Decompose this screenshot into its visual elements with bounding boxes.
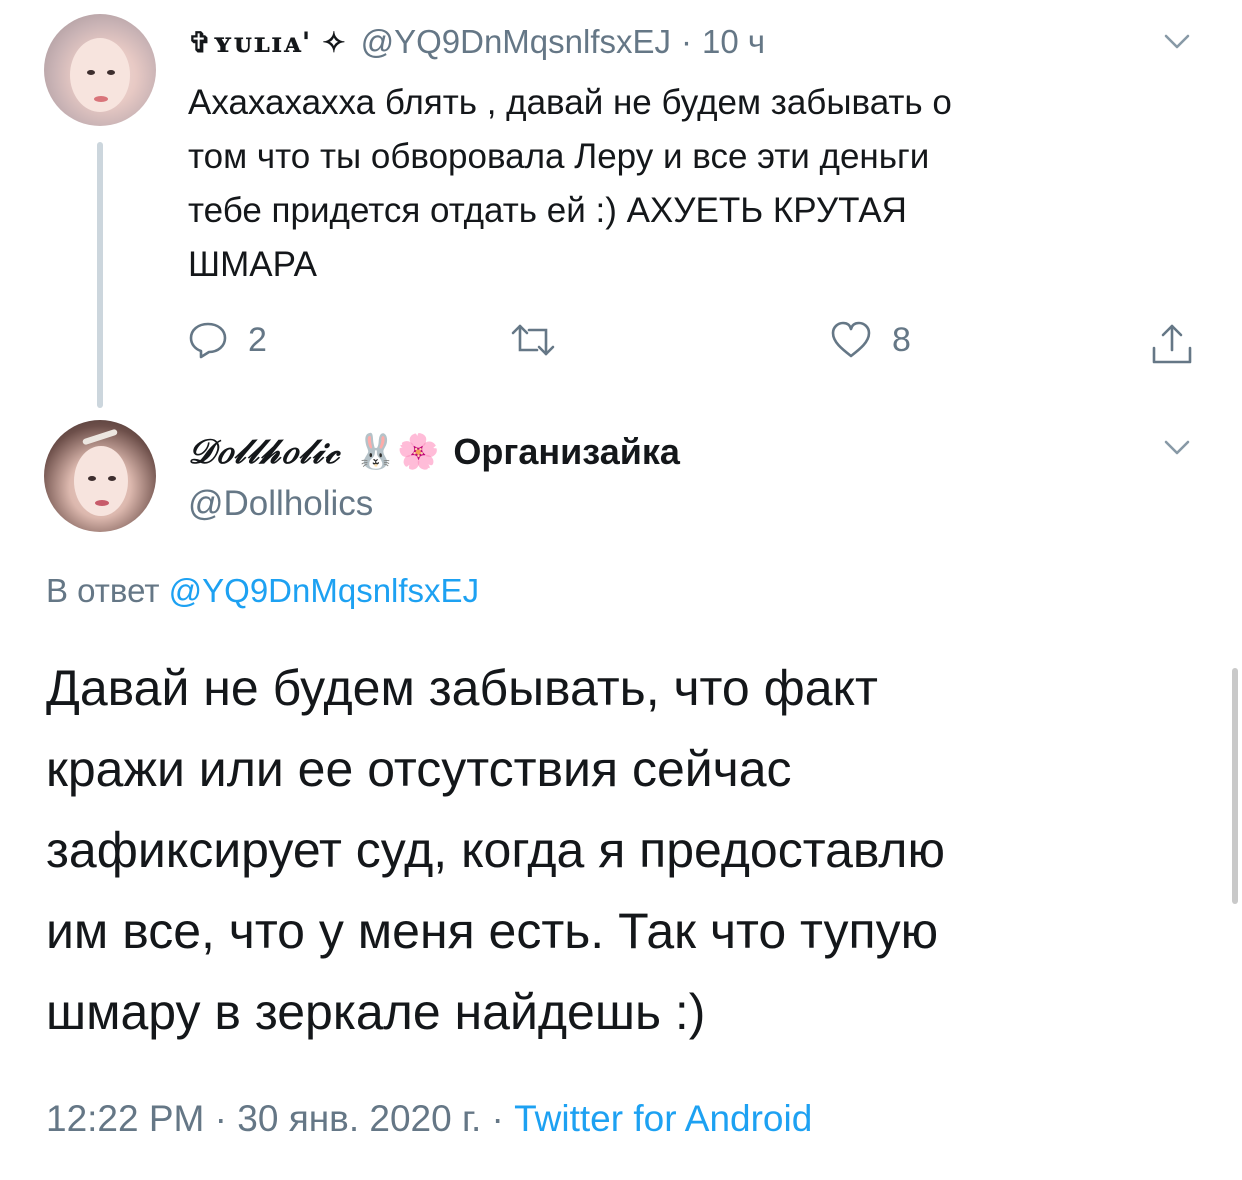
share-icon <box>1152 324 1192 364</box>
reply-icon <box>189 322 227 359</box>
parent-display-name[interactable]: ✞ʏᴜʟɪᴀ' ✧ <box>188 26 347 59</box>
separator: · <box>681 23 693 60</box>
like-count: 8 <box>892 320 911 359</box>
name-emoji: 🐰🌸 <box>354 433 440 471</box>
main-tweet-text: Давай не будем забывать, что факт кражи … <box>46 648 1206 1053</box>
parent-text-line: Ахахахахха блять , давай не будем забыва… <box>188 83 952 122</box>
separator: · <box>214 1098 227 1139</box>
parent-handle[interactable]: @YQ9DnMqsnlfsxEJ <box>361 23 671 61</box>
reply-button[interactable]: 2 <box>188 320 267 360</box>
reply-count: 2 <box>248 320 267 359</box>
tweet-metadata: 12:22 PM · 30 янв. 2020 г. · Twitter for… <box>46 1098 812 1140</box>
thread-connector-line <box>97 142 103 408</box>
like-button[interactable]: 8 <box>830 320 911 360</box>
retweet-icon <box>511 324 555 356</box>
reply-to-handle-link[interactable]: @YQ9DnMqsnlfsxEJ <box>169 572 479 609</box>
parent-text-line: том что ты обворовала Леру и все эти ден… <box>188 137 930 176</box>
reply-to-label: В ответ <box>46 572 160 609</box>
chevron-down-icon[interactable] <box>1164 439 1190 457</box>
main-tweet-name-row: 𝒟𝑜𝓁𝓁𝒽𝑜𝓁𝒾𝒸 🐰🌸 Организайка <box>188 426 680 478</box>
parent-text-line: ШМАРА <box>188 245 317 284</box>
parent-tweet-header: ✞ʏᴜʟɪᴀ' ✧ @YQ9DnMqsnlfsxEJ · 10 ч <box>188 20 765 64</box>
main-text-line: кражи или ее отсутствия сейчас <box>46 741 792 797</box>
tweet-source-link[interactable]: Twitter for Android <box>514 1098 812 1139</box>
main-handle[interactable]: @Dollholics <box>188 484 373 524</box>
share-button[interactable] <box>1150 322 1194 366</box>
tweet-time[interactable]: 12:22 PM <box>46 1098 204 1139</box>
org-label[interactable]: Организайка <box>453 431 680 473</box>
scrollbar[interactable] <box>1232 668 1238 904</box>
chevron-down-icon[interactable] <box>1164 33 1190 51</box>
main-text-line: зафиксирует суд, когда я предоставлю <box>46 822 945 878</box>
parent-text-line: тебе придется отдать ей :) АХУЕТЬ КРУТАЯ <box>188 191 907 230</box>
retweet-button[interactable] <box>510 320 576 360</box>
avatar-yulia[interactable] <box>44 14 156 126</box>
like-icon <box>831 321 871 358</box>
tweet-thread: ✞ʏᴜʟɪᴀ' ✧ @YQ9DnMqsnlfsxEJ · 10 ч Ахахах… <box>0 0 1242 1180</box>
parent-tweet-text: Ахахахахха блять , давай не будем забыва… <box>188 76 1168 292</box>
reply-to-context: В ответ @YQ9DnMqsnlfsxEJ <box>46 572 479 610</box>
avatar-dollholics[interactable] <box>44 420 156 532</box>
main-text-line: шмару в зеркале найдешь :) <box>46 984 706 1040</box>
separator: · <box>491 1098 504 1139</box>
main-text-line: Давай не будем забывать, что факт <box>46 660 878 716</box>
tweet-date[interactable]: 30 янв. 2020 г. <box>237 1098 481 1139</box>
main-display-name[interactable]: 𝒟𝑜𝓁𝓁𝒽𝑜𝓁𝒾𝒸 <box>188 432 341 472</box>
parent-time-ago[interactable]: 10 ч <box>702 23 765 61</box>
main-text-line: им все, что у меня есть. Так что тупую <box>46 903 939 959</box>
parent-tweet-actions: 2 8 <box>188 320 1198 370</box>
